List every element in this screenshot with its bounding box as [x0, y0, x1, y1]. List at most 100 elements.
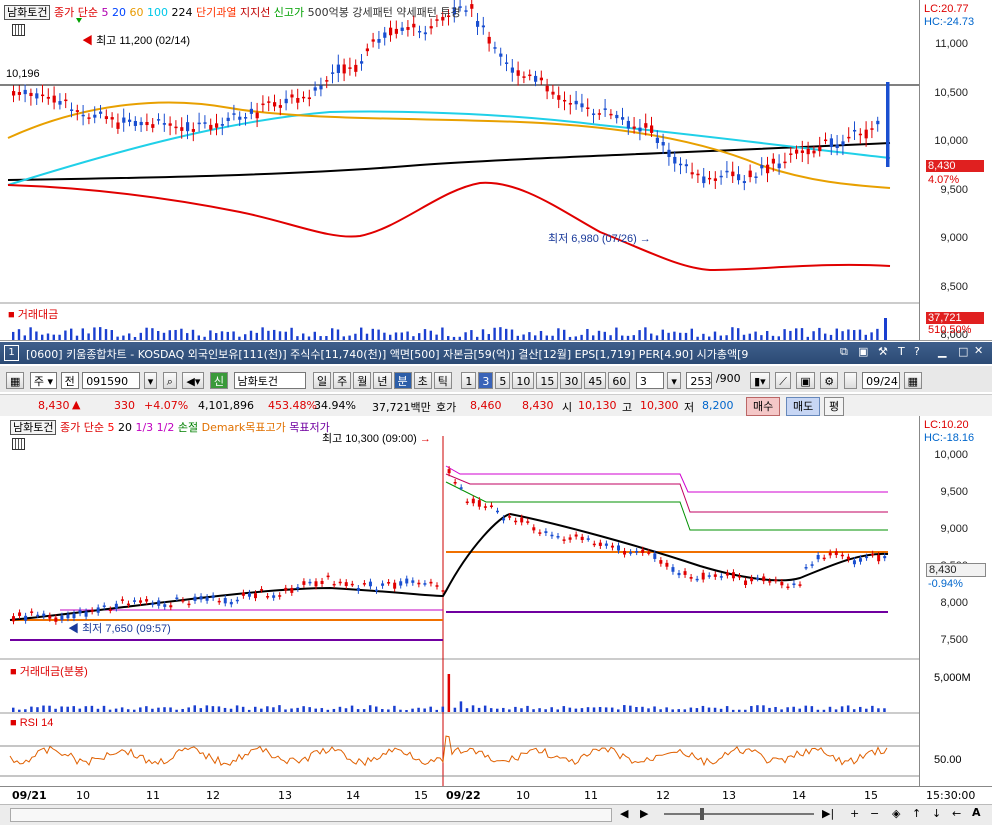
settings-icon[interactable]: ⚙ [820, 372, 839, 389]
bottom-candle-body [211, 595, 215, 598]
calendar-icon[interactable]: ▦ [903, 372, 923, 389]
top-price-chart[interactable] [0, 0, 920, 340]
candle-body [690, 172, 694, 175]
candle-body [841, 141, 845, 146]
period-button[interactable]: 주 [333, 372, 352, 389]
scroll-right-icon[interactable]: ▶ [640, 807, 648, 820]
period-button[interactable]: 분 [393, 372, 412, 389]
stock-name-box[interactable]: 남화토건 [4, 5, 51, 20]
bottom-volume-bar [677, 709, 680, 712]
expand-down-icon[interactable]: ↓ [932, 807, 941, 820]
bottom-price-chart[interactable] [0, 416, 920, 786]
minute-button[interactable]: 30 [560, 372, 583, 389]
bottom-candle-body [48, 615, 52, 619]
period-button[interactable]: 틱 [433, 372, 452, 389]
text-icon[interactable]: T [898, 345, 905, 358]
bottom-volume-bar [762, 705, 765, 712]
indicator-item: 투경 [436, 6, 461, 19]
minute-button[interactable]: 15 [536, 372, 559, 389]
code-dropdown-icon[interactable]: ▾ [143, 372, 158, 389]
bottom-stock-name-box[interactable]: 남화토건 [10, 420, 57, 435]
minimize-icon[interactable]: ▁ [938, 345, 946, 358]
window-titlebar[interactable]: 1 [0600] 키움종합차트 - KOSDAQ 외국인보유[111(천)] 주… [0, 342, 992, 364]
link-icon[interactable]: ⧉ [840, 345, 848, 359]
period-button[interactable]: 월 [353, 372, 372, 389]
candle-body [696, 173, 700, 176]
collapse-icon[interactable]: ← [952, 807, 961, 820]
minute-button[interactable]: 45 [584, 372, 607, 389]
tool-icon[interactable]: ⚒ [878, 345, 888, 358]
minute-button[interactable]: 5 [495, 372, 511, 389]
candle-type-icon[interactable]: ▮▾ [750, 372, 770, 389]
expand-up-icon[interactable]: ↑ [912, 807, 921, 820]
checkbox[interactable] [843, 372, 857, 389]
save-icon[interactable]: ▣ [858, 345, 868, 358]
candle-body [429, 26, 433, 29]
time-label: 15 [864, 789, 878, 802]
time-label: 12 [656, 789, 670, 802]
zoom-slider[interactable] [664, 813, 814, 815]
zoom-in-icon[interactable]: + [850, 807, 859, 820]
sound-icon[interactable]: ◀▾ [182, 372, 205, 389]
close-icon[interactable]: ✕ [974, 344, 983, 357]
volume-bar [313, 331, 316, 340]
type-select-2[interactable]: 전 [60, 372, 79, 389]
save-chart-icon[interactable]: ▣ [796, 372, 815, 389]
help-icon[interactable]: ? [914, 345, 920, 358]
bottom-grid-toggle-icon[interactable] [12, 438, 25, 450]
mode-icon[interactable]: ◈ [892, 807, 900, 820]
volume-bar [696, 336, 699, 340]
candle-body [621, 117, 625, 120]
maximize-icon[interactable]: □ [958, 345, 968, 358]
scroll-track[interactable] [10, 808, 612, 822]
period-button[interactable]: 초 [413, 372, 432, 389]
grid-icon[interactable]: ▦ [6, 372, 25, 389]
candle-body [534, 75, 538, 82]
stock-name-field[interactable]: 남화토건 [233, 372, 306, 389]
candle-body [209, 124, 213, 130]
bottom-candle-body [514, 520, 518, 523]
volume-value-tag: 37,721 [926, 312, 984, 324]
candle-body [296, 97, 300, 103]
stock-code-input[interactable]: 091590 [82, 372, 141, 389]
zoom-out-icon[interactable]: − [870, 807, 879, 820]
volume-bar [481, 329, 485, 340]
bottom-volume-bar [139, 707, 142, 712]
type-select-1[interactable]: 주 ▾ [29, 372, 58, 389]
minute-count-input[interactable]: 3 [635, 372, 664, 389]
text-size-icon[interactable]: A [972, 806, 981, 819]
period-button[interactable]: 년 [373, 372, 392, 389]
bottom-candle-body [96, 607, 100, 613]
volume-bar [858, 329, 862, 340]
volume-bar [742, 334, 746, 340]
bottom-candle-body [798, 584, 802, 586]
scroll-left-icon[interactable]: ◀ [620, 807, 628, 820]
bottom-volume-bar [502, 707, 505, 712]
count-dropdown-icon[interactable]: ▾ [667, 372, 681, 389]
scroll-bar[interactable]: ◀ ▶ ▶| + − ◈ ↑ ↓ ← A [0, 804, 992, 825]
scroll-end-icon[interactable]: ▶| [822, 807, 834, 820]
grid-toggle-icon[interactable] [12, 24, 25, 36]
minute-button[interactable]: 10 [512, 372, 535, 389]
volume-bar [580, 334, 583, 340]
volume-bar [29, 327, 32, 340]
volume-bar [597, 330, 601, 340]
volume-bar [325, 336, 328, 340]
trend-icon[interactable]: ⟋ [775, 372, 791, 389]
date-input[interactable]: 09/24 [862, 372, 901, 389]
sell-button[interactable]: 매도 [786, 397, 821, 416]
volume-bar [267, 330, 270, 340]
range-input[interactable]: 253 [686, 372, 713, 389]
bottom-y-tick: 9,500 [940, 486, 968, 498]
bottom-candle-body [90, 610, 94, 612]
search-icon[interactable]: ⌕ [162, 372, 177, 389]
minute-button[interactable]: 3 [478, 372, 494, 389]
period-button[interactable]: 일 [313, 372, 332, 389]
flat-button[interactable]: 평 [824, 397, 845, 416]
minute-button[interactable]: 1 [461, 372, 477, 389]
buy-button[interactable]: 매수 [746, 397, 781, 416]
bottom-volume-bar [798, 708, 801, 712]
volume-bar [615, 327, 618, 340]
zoom-handle[interactable] [700, 808, 704, 820]
minute-button[interactable]: 60 [608, 372, 631, 389]
